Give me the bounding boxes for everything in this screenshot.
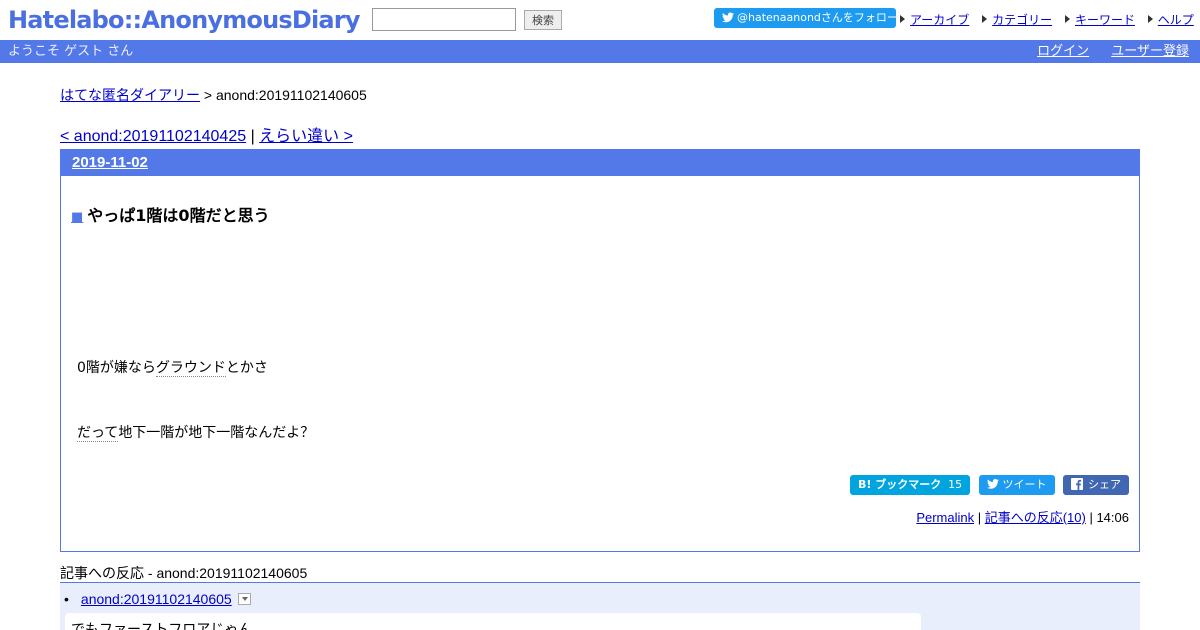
entry-title-text: やっぱ1階は0階だと思う xyxy=(87,206,270,225)
entry-pager: < anond:20191102140425 | えらい違い > xyxy=(60,122,353,146)
user-bar: ようこそ ゲスト さん ログイン ユーザー登録 xyxy=(0,40,1200,63)
responses-list: • anond:20191102140605 でもファーストフロアじゃん xyxy=(60,582,1140,630)
prev-entry-link[interactable]: < anond:20191102140425 xyxy=(60,128,246,145)
response-link[interactable]: anond:20191102140605 xyxy=(81,591,232,607)
twitter-bird-icon xyxy=(986,479,999,489)
search-input[interactable] xyxy=(372,8,516,31)
auth-links: ログイン ユーザー登録 xyxy=(1019,40,1189,63)
bookmark-count: 15 xyxy=(948,478,963,491)
search-button[interactable]: 検索 xyxy=(524,10,562,30)
keyword-link-datte[interactable]: だって xyxy=(77,425,119,442)
reactions-link[interactable]: 記事への反応(10) xyxy=(985,510,1086,525)
category-link[interactable]: カテゴリー xyxy=(982,13,1052,27)
top-nav-links: アーカイブ カテゴリー キーワード ヘルプ xyxy=(900,11,1200,28)
bookmark-label: B! ブックマーク xyxy=(858,478,942,491)
body-text: 地下一階が地下一階なんだよ？ xyxy=(118,425,315,441)
help-link[interactable]: ヘルプ xyxy=(1148,13,1194,27)
keyword-link[interactable]: キーワード xyxy=(1065,13,1135,27)
list-item: • anond:20191102140605 xyxy=(64,591,251,607)
facebook-share-button[interactable]: シェア xyxy=(1063,475,1129,495)
breadcrumb: はてな匿名ダイアリー > anond:20191102140605 xyxy=(60,85,367,105)
site-logo[interactable]: Hatelabo::AnonymousDiary xyxy=(8,4,360,36)
entry-time: 14:06 xyxy=(1096,510,1129,525)
entry-date-link[interactable]: 2019-11-02 xyxy=(72,154,148,171)
share-label: シェア xyxy=(1088,478,1121,491)
entry-meta: Permalink | 記事への反応(10) | 14:06 xyxy=(916,507,1129,526)
entry-box: 2019-11-02 ■ やっぱ1階は0階だと思う 0階が嫌ならグラウンドとかさ … xyxy=(60,149,1140,552)
hatena-bookmark-button[interactable]: B! ブックマーク 15 xyxy=(850,475,971,495)
share-buttons: B! ブックマーク 15 ツイート シェア xyxy=(846,475,1129,495)
body-text: とかさ xyxy=(225,360,268,376)
keyword-link-ground[interactable]: グラウンド xyxy=(155,360,226,377)
tweet-label: ツイート xyxy=(1002,478,1047,491)
dropdown-toggle-icon[interactable] xyxy=(237,593,251,605)
follow-label: @hatenaanondさんをフォロー xyxy=(737,11,896,24)
entry-date-header: 2019-11-02 xyxy=(61,150,1139,176)
breadcrumb-home-link[interactable]: はてな匿名ダイアリー xyxy=(60,87,200,103)
breadcrumb-separator: > xyxy=(200,87,216,103)
tweet-button[interactable]: ツイート xyxy=(978,475,1055,495)
twitter-follow-button[interactable]: @hatenaanondさんをフォロー xyxy=(714,8,896,28)
pager-separator: | xyxy=(246,128,260,145)
site-header: Hatelabo::AnonymousDiary 検索 @hatenaanond… xyxy=(0,0,1200,40)
response-quote: でもファーストフロアじゃん xyxy=(65,613,921,630)
entry-body-line-1: 0階が嫌ならグラウンドとかさ xyxy=(77,357,268,377)
meta-separator: | xyxy=(974,510,985,525)
register-link[interactable]: ユーザー登録 xyxy=(1111,44,1189,59)
body-text: 0階が嫌なら xyxy=(77,360,156,376)
archive-link[interactable]: アーカイブ xyxy=(900,13,969,27)
breadcrumb-current: anond:20191102140605 xyxy=(215,87,367,103)
responses-title: 記事への反応 - anond:20191102140605 xyxy=(60,565,308,581)
facebook-icon xyxy=(1071,478,1083,490)
twitter-bird-icon xyxy=(722,12,734,23)
meta-separator: | xyxy=(1085,510,1097,525)
next-entry-link[interactable]: えらい違い > xyxy=(259,128,353,145)
entry-title: ■ やっぱ1階は0階だと思う xyxy=(71,202,270,226)
welcome-text: ようこそ ゲスト さん xyxy=(8,44,134,59)
permalink-link[interactable]: Permalink xyxy=(916,510,974,525)
login-link[interactable]: ログイン xyxy=(1037,44,1089,59)
entry-body-line-2: だって地下一階が地下一階なんだよ？ xyxy=(77,422,314,442)
title-square-icon[interactable]: ■ xyxy=(71,210,83,225)
list-bullet: • xyxy=(64,591,69,607)
